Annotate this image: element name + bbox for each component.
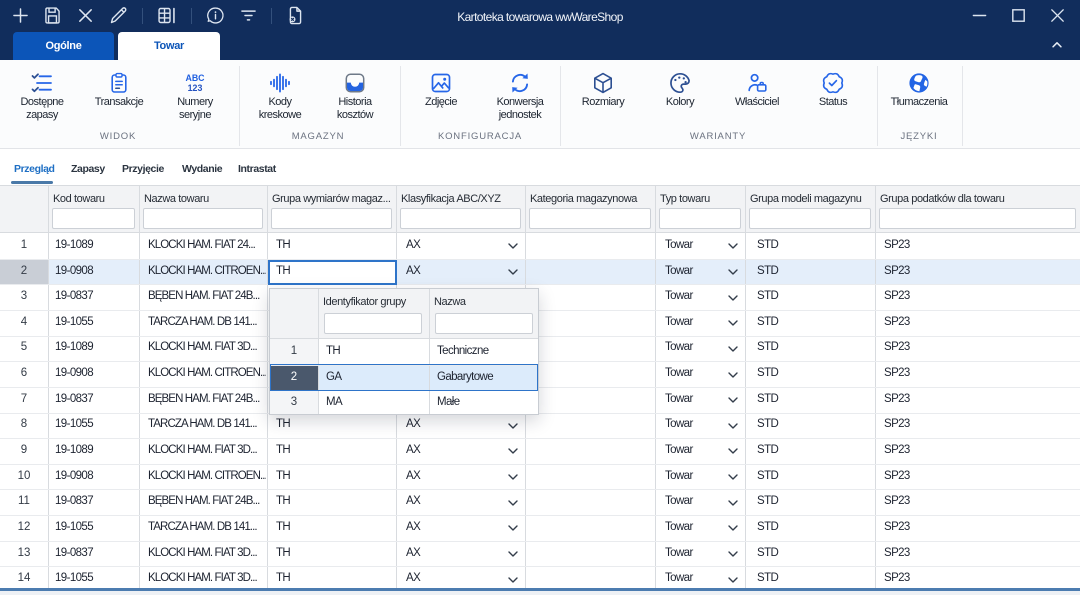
- svg-text:123: 123: [188, 83, 203, 93]
- svg-text:ABC: ABC: [185, 73, 205, 83]
